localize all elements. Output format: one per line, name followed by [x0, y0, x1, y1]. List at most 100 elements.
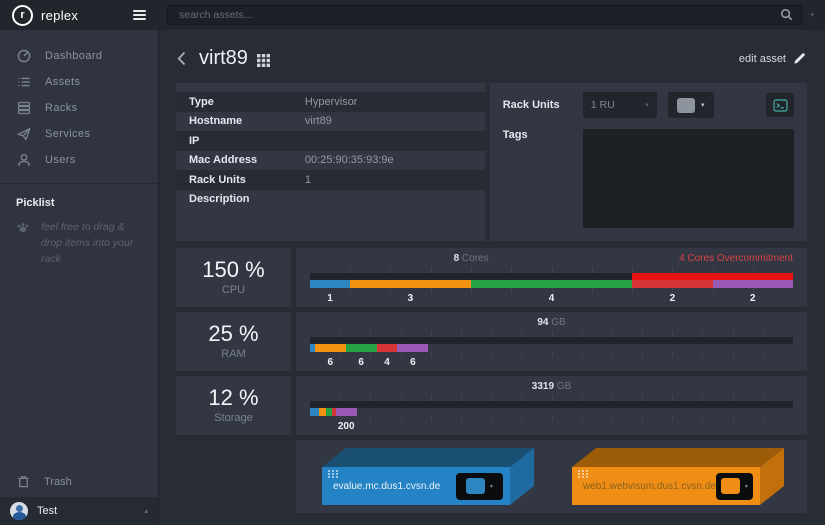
search-options-caret-icon[interactable]: ▾ [802, 11, 817, 19]
trash-icon [17, 475, 30, 488]
sidebar-item-users[interactable]: Users [0, 147, 158, 173]
segment [470, 280, 633, 288]
back-button[interactable] [177, 51, 186, 66]
logo-bar: r replex [0, 0, 158, 30]
pencil-icon [793, 52, 806, 65]
metric-row-ram: 25 % RAM 94 GB 6 6 4 6 [176, 312, 807, 371]
metric-row-cpu: 150 % CPU 8 Cores 4 Cores Overcommitment 1 3 4… [176, 248, 807, 307]
details-section: Type Hypervisor Hostname virt89 IP Mac A… [176, 83, 807, 241]
segments-bar [310, 280, 793, 288]
metric-bar-zone [310, 266, 793, 293]
sidebar-item-assets[interactable]: Assets [0, 69, 158, 95]
tags-label: Tags [502, 129, 528, 141]
services-icon [17, 127, 31, 141]
user-name: Test [37, 505, 58, 517]
vm-color-select[interactable]: ▾ [456, 472, 503, 500]
topbar: ▾ [159, 0, 825, 30]
sidebar-item-trash[interactable]: Trash [0, 466, 158, 497]
segment [632, 280, 713, 288]
metric-name: CPU [221, 284, 246, 296]
capacity-bar [310, 273, 793, 280]
main-area: ▾ virt89 edit asset [159, 0, 825, 525]
segment-label: 2 [750, 293, 756, 304]
segment-label: 6 [358, 357, 364, 368]
asset-config-panel: Rack Units 1 RU ▾ ▾ Tags [489, 83, 807, 241]
brand-name: replex [41, 7, 79, 23]
picklist-title: Picklist [16, 197, 55, 209]
user-menu[interactable]: Test ▴ [0, 497, 158, 525]
color-swatch [465, 478, 485, 494]
chevron-down-icon: ▾ [700, 102, 705, 109]
brand-logo-icon: r [12, 4, 33, 26]
assets-icon [17, 75, 31, 89]
user-avatar [10, 502, 28, 520]
drag-handle-icon[interactable] [578, 470, 589, 478]
metric-chart: 3319 GB 200 [296, 376, 807, 435]
chevron-down-icon: ▾ [489, 483, 493, 490]
metric-bar-zone [310, 330, 793, 357]
console-button[interactable] [766, 93, 794, 117]
rack-view-grid-icon[interactable] [256, 53, 270, 67]
metric-name: Storage [214, 412, 253, 424]
color-picker-button[interactable]: ▾ [667, 92, 714, 118]
segments-bar [310, 408, 793, 416]
table-row: IP [176, 131, 485, 151]
vm-box[interactable]: evalue.mc.dus1.cvsn.de ▾ [322, 448, 534, 506]
table-row: Type Hypervisor [176, 92, 485, 112]
edit-asset-button[interactable]: edit asset [739, 52, 806, 65]
segment [310, 280, 351, 288]
hamburger-menu-icon[interactable] [133, 10, 146, 20]
sidebar-nav: Dashboard Assets Racks Services Users [0, 30, 158, 173]
rack-units-select[interactable]: 1 RU ▾ [582, 92, 657, 118]
trash-label: Trash [44, 475, 72, 488]
dashboard-icon [17, 49, 31, 63]
table-row: Rack Units 1 [176, 170, 485, 190]
overcommitment-bar [632, 273, 793, 280]
metric-bar-zone [310, 394, 793, 421]
segment [397, 344, 429, 352]
metric-chart: 94 GB 6 6 4 6 [296, 312, 807, 371]
asset-details-table: Type Hypervisor Hostname virt89 IP Mac A… [176, 83, 485, 241]
sidebar-item-label: Racks [45, 102, 78, 114]
table-row: Hostname virt89 [189, 115, 332, 128]
vm-hostname: web1.webvisum.dus1.cvsn.de [583, 480, 716, 492]
metric-top-labels: 3319 GB [310, 381, 793, 394]
tags-input[interactable] [582, 129, 794, 228]
chevron-down-icon: ▾ [645, 102, 649, 109]
sidebar: r replex Dashboard Assets Racks Services… [0, 0, 159, 525]
segment [712, 280, 793, 288]
user-caret-icon: ▴ [144, 508, 148, 515]
segments-bar [310, 344, 793, 352]
metric-percent: 25 % [208, 321, 259, 346]
overcommitment-label: 4 Cores Overcommitment [679, 253, 793, 264]
segment [350, 280, 471, 288]
segment-label: 1 [327, 293, 333, 304]
sidebar-item-services[interactable]: Services [0, 121, 158, 147]
page-title: virt89 [199, 47, 248, 69]
metric-summary: 12 % Storage [176, 376, 291, 435]
metric-top-labels: 94 GB [310, 317, 793, 330]
segment [335, 408, 357, 416]
capacity-label: 94 GB [537, 317, 566, 328]
segment-label: 4 [384, 357, 390, 368]
metric-name: RAM [221, 348, 246, 360]
search-icon[interactable] [780, 8, 793, 21]
sidebar-item-dashboard[interactable]: Dashboard [0, 43, 158, 69]
sidebar-item-racks[interactable]: Racks [0, 95, 158, 121]
metric-percent: 150 % [202, 257, 265, 282]
vm-hostname: evalue.mc.dus1.cvsn.de [333, 480, 441, 492]
app-window: r replex Dashboard Assets Racks Services… [0, 0, 825, 525]
racks-icon [17, 101, 31, 115]
color-swatch [676, 97, 695, 113]
color-swatch [720, 478, 740, 494]
vm-box[interactable]: web1.webvisum.dus1.cvsn.de ▾ [572, 448, 784, 506]
capacity-label: 3319 GB [531, 381, 572, 392]
segment-label: 2 [669, 293, 676, 304]
rack-units-label: Rack Units [502, 99, 560, 111]
drag-handle-icon[interactable] [328, 470, 339, 478]
chevron-down-icon: ▾ [744, 483, 748, 490]
segment [314, 344, 346, 352]
vm-color-select[interactable]: ▾ [715, 472, 753, 500]
segment-labels: 200 [310, 421, 793, 434]
search-input[interactable] [167, 5, 803, 25]
